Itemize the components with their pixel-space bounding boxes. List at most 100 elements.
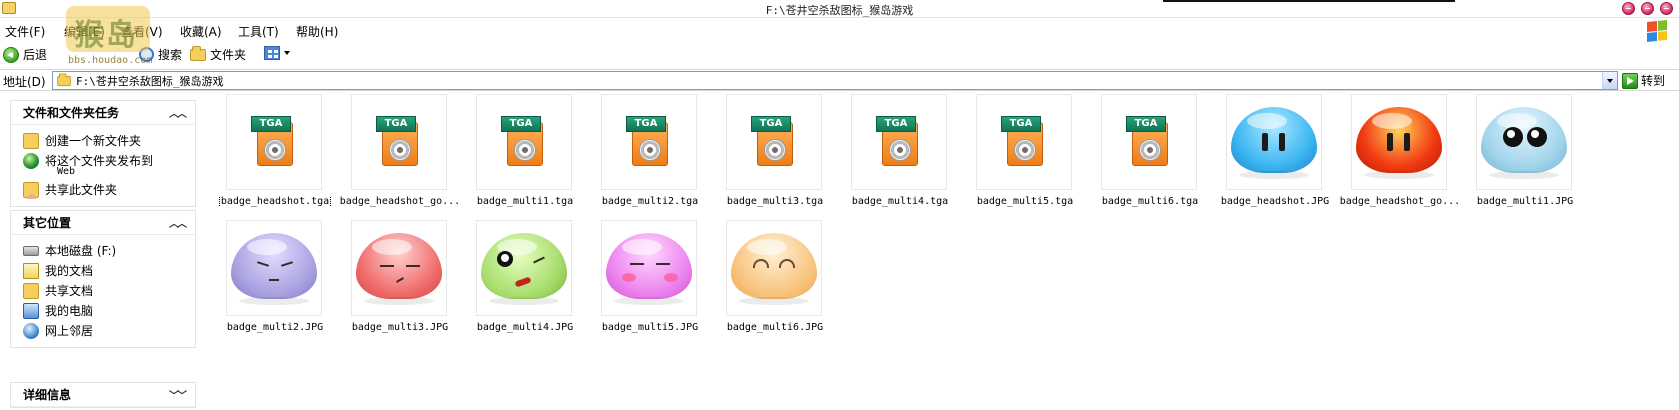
- tga-file-icon: TGA: [1126, 116, 1172, 168]
- file-item[interactable]: TGA badge_multi6.tga: [1088, 94, 1212, 214]
- close-button[interactable]: [1660, 2, 1673, 15]
- folders-button[interactable]: 文件夹: [190, 45, 246, 63]
- expand-icon[interactable]: ﹀﹀: [169, 387, 187, 402]
- light-blue-blob-icon: [1479, 103, 1569, 181]
- file-tasks-header[interactable]: 文件和文件夹任务 ︿︿: [11, 101, 195, 125]
- place-local-disk[interactable]: 本地磁盘 (F:): [23, 241, 195, 261]
- maximize-button[interactable]: [1641, 2, 1654, 15]
- file-name[interactable]: badge_multi2.JPG: [213, 322, 337, 333]
- file-thumbnail[interactable]: TGA: [226, 94, 322, 190]
- file-item[interactable]: TGA badge_headshot.tga: [213, 94, 337, 214]
- orange-happy-blob-icon: [729, 229, 819, 307]
- place-network[interactable]: 网上邻居: [23, 321, 195, 341]
- task-share-folder[interactable]: 共享此文件夹: [23, 180, 195, 200]
- file-item[interactable]: TGA badge_multi4.tga: [838, 94, 962, 214]
- red-sweat-blob-icon: [354, 229, 444, 307]
- file-name[interactable]: badge_multi3.tga: [713, 196, 837, 207]
- menu-tools[interactable]: 工具(T): [238, 23, 279, 40]
- file-name[interactable]: badge_multi4.JPG: [463, 322, 587, 333]
- file-item[interactable]: TGA badge_multi3.tga: [713, 94, 837, 214]
- file-name[interactable]: badge_multi5.tga: [963, 196, 1087, 207]
- share-folder-icon: [23, 182, 39, 199]
- details-header[interactable]: 详细信息 ﹀﹀: [11, 383, 195, 407]
- file-name[interactable]: badge_multi6.JPG: [713, 322, 837, 333]
- file-item[interactable]: badge_headshot_go...: [1338, 94, 1462, 214]
- file-item[interactable]: badge_multi4.JPG: [463, 220, 587, 340]
- place-shared-documents[interactable]: 共享文档: [23, 281, 195, 301]
- file-item[interactable]: badge_multi3.JPG: [338, 220, 462, 340]
- place-label: 网上邻居: [45, 324, 94, 338]
- file-thumbnail[interactable]: [1476, 94, 1572, 190]
- window-title: F:\苍井空杀敌图标_猴岛游戏: [765, 4, 914, 17]
- menu-favorites[interactable]: 收藏(A): [180, 23, 222, 40]
- file-name[interactable]: badge_headshot.tga: [213, 196, 337, 207]
- minimize-button[interactable]: [1622, 2, 1635, 15]
- search-icon: [139, 47, 154, 62]
- file-item[interactable]: badge_multi6.JPG: [713, 220, 837, 340]
- other-places-panel: 其它位置 ︿︿ 本地磁盘 (F:) 我的文档 共享文档 我的电脑 网上邻居: [10, 210, 196, 348]
- hard-disk-icon: [23, 246, 39, 256]
- collapse-icon[interactable]: ︿︿: [169, 215, 187, 230]
- other-places-header[interactable]: 其它位置 ︿︿: [11, 211, 195, 235]
- file-item[interactable]: TGA badge_multi5.tga: [963, 94, 1087, 214]
- place-my-computer[interactable]: 我的电脑: [23, 301, 195, 321]
- file-thumbnail[interactable]: TGA: [726, 94, 822, 190]
- file-name[interactable]: badge_headshot.JPG: [1213, 196, 1337, 207]
- file-name[interactable]: badge_multi4.tga: [838, 196, 962, 207]
- file-thumbnail[interactable]: [226, 220, 322, 316]
- file-name[interactable]: badge_multi6.tga: [1088, 196, 1212, 207]
- new-folder-icon: [23, 133, 39, 149]
- tga-file-icon: TGA: [251, 116, 297, 168]
- file-name[interactable]: badge_multi2.tga: [588, 196, 712, 207]
- file-name[interactable]: badge_headshot_go...: [1338, 196, 1462, 207]
- folder-icon: [190, 45, 206, 61]
- go-button[interactable]: 转到: [1622, 72, 1665, 89]
- place-label: 共享文档: [45, 284, 94, 298]
- file-thumbnail[interactable]: TGA: [851, 94, 947, 190]
- search-label: 搜索: [158, 48, 183, 62]
- address-dropdown-button[interactable]: [1602, 72, 1617, 89]
- file-item[interactable]: TGA badge_multi2.tga: [588, 94, 712, 214]
- views-button[interactable]: [264, 46, 290, 60]
- address-input[interactable]: [76, 72, 1617, 89]
- file-item[interactable]: badge_headshot.JPG: [1213, 94, 1337, 214]
- file-tasks-title: 文件和文件夹任务: [23, 106, 120, 120]
- file-item[interactable]: TGA badge_headshot_go...: [338, 94, 462, 214]
- file-item[interactable]: badge_multi2.JPG: [213, 220, 337, 340]
- file-thumbnail[interactable]: [726, 220, 822, 316]
- place-my-documents[interactable]: 我的文档: [23, 261, 195, 281]
- file-name[interactable]: badge_multi3.JPG: [338, 322, 462, 333]
- file-thumbnail[interactable]: TGA: [351, 94, 447, 190]
- address-field[interactable]: [52, 71, 1618, 90]
- file-item[interactable]: badge_multi1.JPG: [1463, 94, 1587, 214]
- file-name[interactable]: badge_multi1.tga: [463, 196, 587, 207]
- menu-file[interactable]: 文件(F): [5, 23, 45, 40]
- folder-icon: [57, 72, 71, 86]
- search-button[interactable]: 搜索: [139, 46, 182, 63]
- file-thumbnail[interactable]: [1226, 94, 1322, 190]
- file-name[interactable]: badge_multi5.JPG: [588, 322, 712, 333]
- toolbar: 后退 搜索 文件夹: [0, 42, 1679, 68]
- window-controls: [1622, 2, 1673, 15]
- file-thumbnail[interactable]: TGA: [976, 94, 1072, 190]
- details-title: 详细信息: [23, 388, 72, 402]
- file-thumbnail[interactable]: TGA: [1101, 94, 1197, 190]
- task-new-folder[interactable]: 创建一个新文件夹: [23, 131, 195, 151]
- collapse-icon[interactable]: ︿︿: [169, 105, 187, 120]
- file-thumbnail[interactable]: [601, 220, 697, 316]
- back-button[interactable]: 后退: [3, 46, 47, 63]
- file-thumbnail[interactable]: TGA: [476, 94, 572, 190]
- tga-file-icon: TGA: [626, 116, 672, 168]
- file-item[interactable]: TGA badge_multi1.tga: [463, 94, 587, 214]
- file-thumbnail[interactable]: [476, 220, 572, 316]
- menu-edit[interactable]: 编辑(E): [64, 23, 105, 40]
- file-thumbnail[interactable]: TGA: [601, 94, 697, 190]
- file-thumbnail[interactable]: [1351, 94, 1447, 190]
- file-name[interactable]: badge_multi1.JPG: [1463, 196, 1587, 207]
- menu-help[interactable]: 帮助(H): [296, 23, 338, 40]
- pink-sleepy-blob-icon: [604, 229, 694, 307]
- file-item[interactable]: badge_multi5.JPG: [588, 220, 712, 340]
- menu-view[interactable]: 查看(V): [121, 23, 163, 40]
- file-name[interactable]: badge_headshot_go...: [338, 196, 462, 207]
- file-thumbnail[interactable]: [351, 220, 447, 316]
